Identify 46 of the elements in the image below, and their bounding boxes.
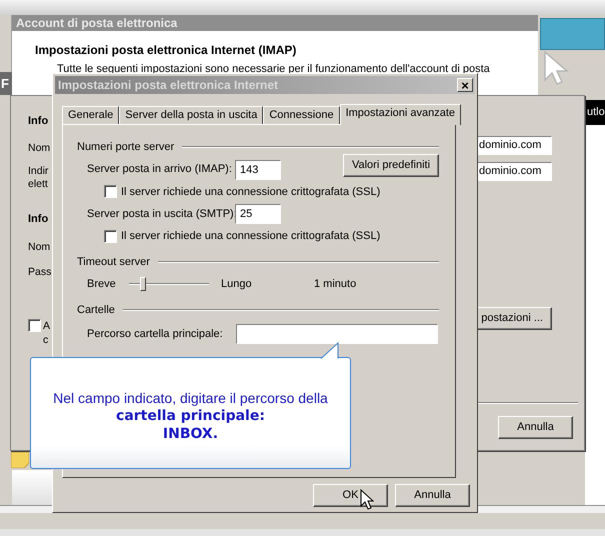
timeout-value: 1 minuto: [314, 277, 356, 292]
tab[interactable]: Server della posta in uscita: [119, 106, 264, 124]
section-heading: Info: [28, 114, 48, 129]
checkbox-label: Il server richiede una connessione crittografata (SSL): [121, 229, 380, 244]
checkbox-label: A: [43, 319, 50, 334]
window-title: Account di posta elettronica: [12, 15, 538, 31]
callout-text: Nel campo indicato, digitare il percorso della cartella principale: INBOX.: [53, 390, 328, 442]
slider-label: Breve: [87, 277, 117, 292]
defaults-button[interactable]: Valori predefiniti: [343, 154, 439, 177]
field-label: Server posta in arrivo (IMAP):: [87, 162, 233, 178]
dialog-button[interactable]: OK: [313, 484, 388, 507]
field-label: elett: [28, 177, 48, 192]
window-title-fragment: F: [0, 76, 9, 91]
section-heading: Impostazioni posta elettronica Internet (IMAP): [35, 42, 298, 59]
field-label: Server posta in uscita (SMTP):: [87, 206, 235, 222]
dialog-button[interactable]: Annulla: [395, 484, 470, 507]
checkbox[interactable]: [28, 319, 41, 332]
dialog-title: Impostazioni posta elettronica Internet: [58, 77, 278, 94]
checkbox-label: c: [43, 333, 48, 348]
field-label: Percorso cartella principale:: [87, 326, 224, 342]
port-field[interactable]: 143: [235, 160, 281, 180]
timeout-slider[interactable]: [129, 276, 209, 292]
window-panel: [12, 470, 52, 505]
checkbox-label: Il server richiede una connessione crittografata (SSL): [121, 184, 380, 200]
tab[interactable]: Impostazioni avanzate: [340, 104, 462, 125]
window-title-fragment: utlo: [586, 106, 605, 118]
description-text: Tutte le seguenti impostazioni sono necessarie per il funzionamento dell'account di posta: [57, 62, 491, 77]
field-label: Nom: [28, 240, 50, 255]
field-label: Nom: [28, 141, 50, 156]
slider-label: Lungo: [221, 277, 253, 292]
slider-thumb[interactable]: [140, 277, 146, 292]
info-panel: [540, 18, 605, 50]
checkbox[interactable]: [104, 185, 117, 198]
cancel-button[interactable]: Annulla: [498, 416, 573, 439]
checkbox[interactable]: [104, 230, 117, 243]
group-title: Cartelle: [77, 302, 115, 318]
group-title: Numeri porte server: [77, 140, 174, 155]
tab[interactable]: Connessione: [263, 106, 340, 124]
port-field[interactable]: 25: [235, 204, 281, 224]
cursor-icon: [543, 50, 569, 86]
field-label: Indir: [28, 164, 48, 179]
field-label: Pass: [28, 265, 52, 280]
section-heading: Info: [28, 212, 48, 227]
close-button[interactable]: ×: [457, 78, 473, 92]
tab[interactable]: Generale: [62, 106, 120, 124]
group-title: Timeout server: [77, 254, 150, 270]
